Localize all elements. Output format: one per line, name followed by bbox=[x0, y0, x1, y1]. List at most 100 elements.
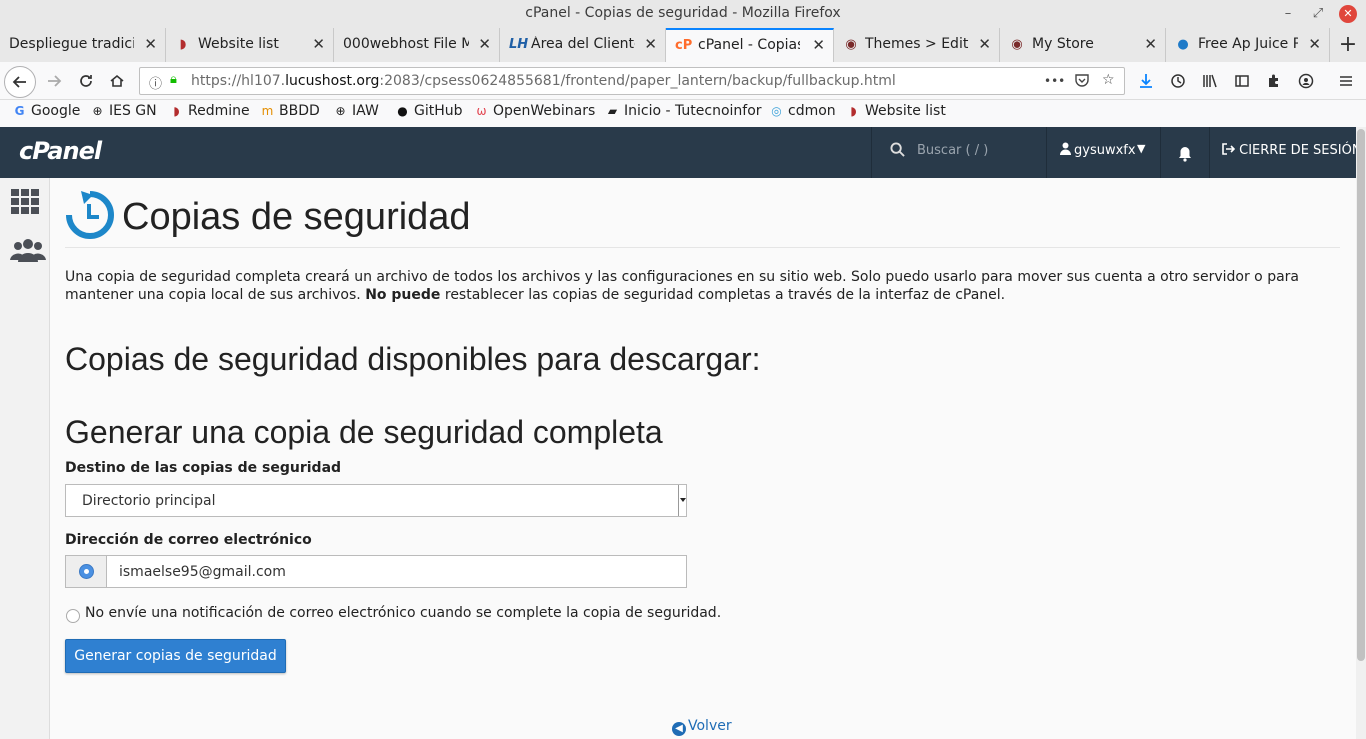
grid-icon[interactable] bbox=[10, 188, 42, 218]
tab-close-icon[interactable]: ✕ bbox=[644, 35, 657, 53]
notifications-button[interactable] bbox=[1160, 127, 1210, 178]
arrow-left-circle-icon: ◀ bbox=[672, 722, 686, 736]
search-input[interactable]: Buscar ( / ) bbox=[917, 143, 988, 158]
bookmark-cdmon[interactable]: ◎ cdmon bbox=[769, 103, 835, 119]
minimize-button[interactable]: – bbox=[1278, 4, 1298, 24]
bookmark-label: IES GN bbox=[109, 103, 157, 119]
tab-close-icon[interactable]: ✕ bbox=[1308, 35, 1321, 53]
bookmark-redmine[interactable]: ◗ Redmine bbox=[169, 103, 250, 119]
redmine-icon: ◗ bbox=[173, 104, 180, 118]
close-window-button[interactable]: ✕ bbox=[1339, 5, 1357, 23]
scrollbar-thumb[interactable] bbox=[1357, 129, 1365, 661]
sidebar-icon[interactable] bbox=[1230, 69, 1254, 93]
bookmark-bbdd[interactable]: m BBDD bbox=[260, 103, 320, 119]
generate-backup-button[interactable]: Generar copias de seguridad bbox=[65, 639, 286, 673]
reload-icon bbox=[80, 75, 92, 87]
cpanel-header: cPanel Buscar ( / ) gysuwxfx ▼ CIERRE DE… bbox=[0, 127, 1362, 178]
available-backups-heading: Copias de seguridad disponibles para des… bbox=[65, 341, 761, 377]
tab-my-store[interactable]: ◉ My Store ✕ bbox=[1000, 28, 1166, 62]
backup-restore-icon bbox=[66, 191, 114, 239]
extensions-icon[interactable] bbox=[1262, 69, 1286, 93]
bookmark-openwebinars[interactable]: ѡ OpenWebinars bbox=[474, 103, 595, 119]
tab-close-icon[interactable]: ✕ bbox=[478, 35, 491, 53]
page-header: Copias de seguridad bbox=[65, 190, 1340, 248]
downloads-icon[interactable] bbox=[1134, 69, 1158, 93]
bookmark-star-icon[interactable]: ☆ bbox=[1102, 72, 1115, 88]
logout-button[interactable]: CIERRE DE SESIÓN bbox=[1222, 143, 1362, 158]
history-icon[interactable] bbox=[1166, 69, 1190, 93]
destination-select[interactable]: Directorio principal bbox=[65, 484, 687, 517]
tab-close-icon[interactable]: ✕ bbox=[978, 35, 991, 53]
bookmark-label: IAW bbox=[352, 103, 379, 119]
tab-label: Área del Cliente bbox=[531, 36, 635, 52]
redmine-icon: ◗ bbox=[179, 37, 187, 52]
bookmark-google[interactable]: G Google bbox=[12, 103, 81, 119]
cpanel-search[interactable]: Buscar ( / ) bbox=[871, 127, 1046, 178]
email-group: ismaelse95@gmail.com bbox=[65, 555, 687, 588]
user-icon bbox=[1060, 142, 1071, 159]
users-icon[interactable] bbox=[10, 238, 46, 268]
ghost-icon: ◉ bbox=[1011, 37, 1023, 52]
bookmark-label: GitHub bbox=[414, 103, 463, 119]
chevron-down-icon: ▼ bbox=[1137, 142, 1146, 155]
bookmark-ies-gn[interactable]: ⊕ IES GN bbox=[90, 103, 157, 119]
user-menu[interactable]: gysuwxfx ▼ bbox=[1046, 127, 1160, 178]
back-button[interactable] bbox=[4, 66, 36, 98]
bookmark-iaw[interactable]: ⊕ IAW bbox=[333, 103, 379, 119]
pocket-icon[interactable] bbox=[1074, 72, 1090, 92]
bell-icon bbox=[1179, 146, 1191, 162]
page-scrollbar[interactable] bbox=[1356, 127, 1366, 739]
back-link[interactable]: ◀ Volver bbox=[672, 718, 732, 736]
home-button[interactable] bbox=[105, 69, 129, 93]
generate-backup-heading: Generar una copia de seguridad completa bbox=[65, 414, 663, 450]
main-content: Copias de seguridad Una copia de segurid… bbox=[50, 178, 1356, 739]
bookmark-label: OpenWebinars bbox=[493, 103, 596, 119]
google-icon: G bbox=[14, 104, 25, 118]
page-title: Copias de seguridad bbox=[122, 196, 471, 238]
account-icon[interactable] bbox=[1294, 69, 1318, 93]
reload-button[interactable] bbox=[74, 69, 98, 93]
window-titlebar: cPanel - Copias de seguridad - Mozilla F… bbox=[0, 0, 1366, 28]
bookmark-tutecnoinfor[interactable]: ▰ Inicio - Tutecnoinfor bbox=[605, 103, 762, 119]
restore-button[interactable]: ⤢ bbox=[1308, 4, 1328, 24]
email-value: ismaelse95@gmail.com bbox=[119, 564, 286, 580]
new-tab-button[interactable]: + bbox=[1336, 32, 1360, 57]
email-field[interactable]: ismaelse95@gmail.com bbox=[106, 555, 687, 588]
ghost-icon: ◉ bbox=[845, 37, 857, 52]
page-actions-icon[interactable]: ••• bbox=[1044, 74, 1065, 88]
no-email-radio[interactable] bbox=[66, 609, 80, 623]
tab-area-cliente[interactable]: LH Área del Cliente ✕ bbox=[500, 28, 666, 62]
bookmark-website-list[interactable]: ◗ Website list bbox=[846, 103, 946, 119]
chevron-down-icon bbox=[678, 485, 686, 516]
globe-icon: ● bbox=[1177, 37, 1189, 52]
tab-themes-edit[interactable]: ◉ Themes > Edit: ✕ bbox=[834, 28, 1000, 62]
book-icon: ▰ bbox=[607, 104, 618, 118]
tab-close-icon[interactable]: ✕ bbox=[312, 35, 325, 53]
library-icon[interactable] bbox=[1198, 69, 1222, 93]
arrow-right-icon bbox=[48, 75, 62, 87]
no-email-label[interactable]: No envíe una notificación de correo elec… bbox=[85, 605, 721, 621]
bookmarks-toolbar: G Google ⊕ IES GN ◗ Redmine m BBDD ⊕ IAW ● Git… bbox=[0, 100, 1366, 127]
tab-000webhost[interactable]: 000webhost File M ✕ bbox=[334, 28, 500, 62]
tab-close-icon[interactable]: ✕ bbox=[1144, 35, 1157, 53]
url-text: https://hl107.lucushost.org:2083/cpsess0… bbox=[191, 73, 896, 89]
bookmark-label: Redmine bbox=[188, 103, 250, 119]
username: gysuwxfx bbox=[1074, 143, 1136, 158]
bookmark-github[interactable]: ● GitHub bbox=[395, 103, 463, 119]
bookmark-label: BBDD bbox=[279, 103, 320, 119]
menu-icon[interactable] bbox=[1334, 69, 1358, 93]
forward-button[interactable] bbox=[42, 69, 66, 93]
email-radio[interactable] bbox=[79, 564, 94, 579]
tab-close-icon[interactable]: ✕ bbox=[812, 36, 825, 54]
tab-close-icon[interactable]: ✕ bbox=[144, 35, 157, 53]
tab-cpanel-copias[interactable]: cP cPanel - Copias ✕ bbox=[666, 28, 834, 62]
tab-despliegue[interactable]: Despliegue tradicio ✕ bbox=[0, 28, 166, 62]
logout-label: CIERRE DE SESIÓN bbox=[1239, 143, 1362, 158]
url-bar[interactable]: ⓘ 🔒︎ https://hl107.lucushost.org:2083/cp… bbox=[139, 67, 1125, 95]
info-icon[interactable]: ⓘ bbox=[149, 73, 162, 92]
tab-label: My Store bbox=[1032, 36, 1094, 52]
cpanel-logo[interactable]: cPanel bbox=[19, 137, 102, 165]
tab-free-ap-juice[interactable]: ● Free Ap Juice Pr ✕ bbox=[1166, 28, 1330, 62]
lock-icon[interactable]: 🔒︎ bbox=[170, 72, 177, 87]
tab-website-list[interactable]: ◗ Website list ✕ bbox=[166, 28, 334, 62]
